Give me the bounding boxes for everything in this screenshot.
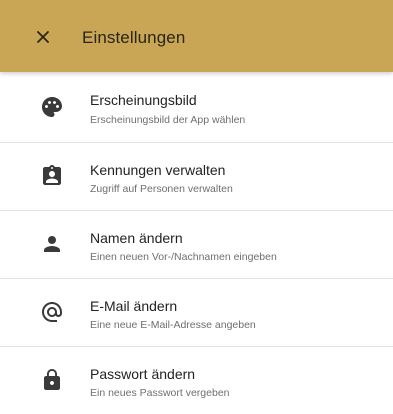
settings-list: Erscheinungsbild Erscheinungsbild der Ap… (0, 72, 393, 414)
at-sign-icon (42, 302, 62, 322)
settings-item-title: E-Mail ändern (90, 298, 178, 314)
settings-item-title: Namen ändern (90, 230, 183, 246)
settings-item-change-name[interactable]: Namen ändern Einen neuen Vor-/Nachnamen … (0, 211, 393, 279)
page-title: Einstellungen (82, 28, 186, 47)
settings-item-change-password[interactable]: Passwort ändern Ein neues Passwort verge… (0, 347, 393, 414)
close-icon[interactable] (33, 27, 53, 47)
settings-item-subtitle: Erscheinungsbild der App wählen (90, 114, 246, 126)
palette-icon (42, 97, 62, 117)
settings-item-subtitle: Ein neues Passwort vergeben (90, 387, 230, 399)
settings-item-title: Passwort ändern (90, 366, 196, 382)
settings-item-subtitle: Einen neuen Vor-/Nachnamen eingeben (90, 251, 277, 263)
lock-icon (44, 369, 60, 390)
app-bar: Einstellungen (0, 0, 393, 72)
settings-item-title: Erscheinungsbild (90, 92, 197, 108)
settings-item-subtitle: Zugriff auf Personen verwalten (90, 183, 233, 195)
settings-item-appearance[interactable]: Erscheinungsbild Erscheinungsbild der Ap… (0, 72, 393, 143)
settings-item-subtitle: Eine neue E-Mail-Adresse angeben (90, 319, 256, 331)
settings-item-title: Kennungen verwalten (90, 162, 226, 178)
clipboard-account-icon (43, 165, 61, 185)
person-icon (44, 236, 60, 252)
settings-item-change-email[interactable]: E-Mail ändern Eine neue E-Mail-Adresse a… (0, 279, 393, 347)
settings-item-manage-ids[interactable]: Kennungen verwalten Zugriff auf Personen… (0, 143, 393, 211)
